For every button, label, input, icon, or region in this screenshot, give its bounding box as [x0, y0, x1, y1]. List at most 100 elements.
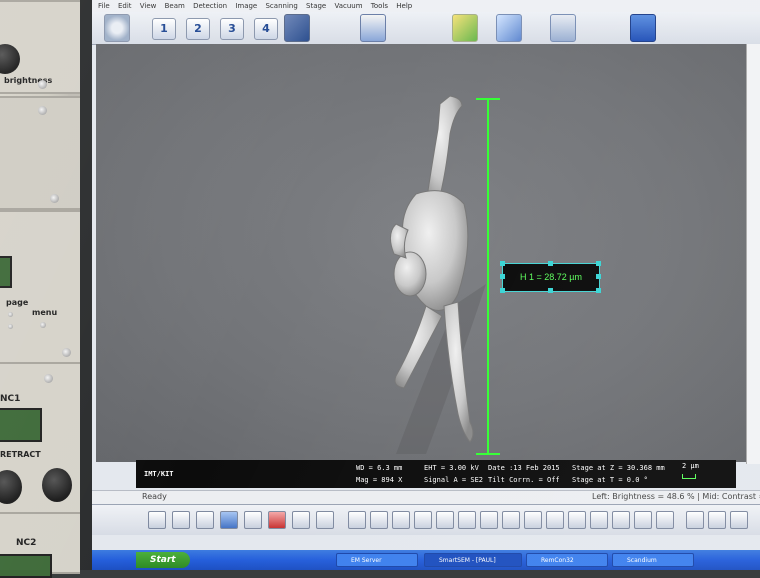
print-icon[interactable]	[292, 511, 310, 529]
circle-tool-icon[interactable]	[502, 511, 520, 529]
menu-file[interactable]: File	[98, 2, 110, 10]
save-icon[interactable]	[316, 511, 334, 529]
square-tool-icon[interactable]	[458, 511, 476, 529]
polyline-tool-icon[interactable]	[568, 511, 586, 529]
measure-handle[interactable]	[548, 288, 553, 293]
delete-icon[interactable]	[268, 511, 286, 529]
monitor-icon[interactable]	[148, 511, 166, 529]
page-label: page	[6, 298, 29, 307]
task-smartsem[interactable]: SmartSEM - [PAUL]	[424, 553, 522, 567]
brightness-knob[interactable]	[0, 44, 20, 74]
crop-tool-icon[interactable]	[634, 511, 652, 529]
sem-image[interactable]: H 1 = 28.72 µm	[96, 44, 750, 462]
rack-panel-menu: page menu	[0, 210, 80, 364]
text-tool-icon[interactable]	[348, 511, 366, 529]
page-up-button[interactable]	[8, 312, 13, 317]
measure-handle[interactable]	[500, 274, 505, 279]
sem-info-bar: IMT/KIT WD = 6.3 mm Mag = 894 X EHT = 3.…	[136, 460, 736, 488]
magnification: Mag = 894 X	[356, 476, 403, 484]
retract-knob-right[interactable]	[42, 468, 72, 502]
rack-screw	[38, 106, 47, 115]
stage-icon[interactable]	[496, 14, 522, 42]
main-toolbar: 1 2 3 4	[92, 12, 760, 45]
nc1-label: NC1	[0, 394, 21, 404]
folder-icon[interactable]	[244, 511, 262, 529]
image-icon[interactable]	[220, 511, 238, 529]
menu-button[interactable]	[40, 322, 46, 328]
cursor-icon[interactable]	[172, 511, 190, 529]
menu-vacuum[interactable]: Vacuum	[334, 2, 362, 10]
monitor-screen: File Edit View Beam Detection Image Scan…	[92, 0, 760, 570]
scale-bar-label: 2 µm	[682, 462, 699, 470]
menu-stage[interactable]: Stage	[306, 2, 326, 10]
logo-text: IMT/KIT	[144, 470, 174, 478]
preset-3-button[interactable]: 3	[220, 18, 244, 40]
ellipse-tool-icon[interactable]	[480, 511, 498, 529]
grid-icon[interactable]	[686, 511, 704, 529]
measure-handle[interactable]	[596, 288, 601, 293]
freeze-icon[interactable]	[360, 14, 386, 42]
nc2-lcd	[0, 554, 52, 578]
task-remcon[interactable]: RemCon32	[526, 553, 608, 567]
scale-bar	[682, 474, 696, 479]
vacuum-icon[interactable]	[550, 14, 576, 42]
paint-tool-icon[interactable]	[392, 511, 410, 529]
rectangle-tool-icon[interactable]	[414, 511, 432, 529]
menu-tools[interactable]: Tools	[371, 2, 388, 10]
equipment-rack: brightness page menu NC1 RETRACT NC2	[0, 0, 82, 578]
menu-scanning[interactable]: Scanning	[265, 2, 297, 10]
start-button[interactable]: Start	[136, 552, 190, 568]
check-tool-icon[interactable]	[612, 511, 630, 529]
page-down-button[interactable]	[8, 324, 13, 329]
menu-view[interactable]: View	[140, 2, 157, 10]
acquisition-date: Date :13 Feb 2015	[488, 464, 560, 472]
task-em-server[interactable]: EM Server	[336, 553, 418, 567]
select-tool-icon[interactable]	[436, 511, 454, 529]
windows-taskbar: Start EM Server SmartSEM - [PAUL] RemCon…	[92, 550, 760, 570]
status-ready: Ready	[142, 492, 167, 501]
menu-help[interactable]: Help	[396, 2, 412, 10]
menu-bar: File Edit View Beam Detection Image Scan…	[92, 0, 760, 12]
angle-tool-icon[interactable]	[590, 511, 608, 529]
preset-2-button[interactable]: 2	[186, 18, 210, 40]
measure-handle[interactable]	[596, 261, 601, 266]
menu-edit[interactable]: Edit	[118, 2, 132, 10]
camera-icon[interactable]	[630, 14, 656, 42]
measure-handle[interactable]	[500, 288, 505, 293]
working-distance: WD = 6.3 mm	[356, 464, 403, 472]
measure-handle[interactable]	[548, 261, 553, 266]
rack-screw	[62, 348, 71, 357]
line-tool-icon[interactable]	[546, 511, 564, 529]
right-side-panel	[746, 44, 760, 464]
menu-label: menu	[32, 308, 58, 317]
detector-icon[interactable]	[452, 14, 478, 42]
retract-knob-left[interactable]	[0, 470, 22, 504]
task-scandium[interactable]: Scandium	[612, 553, 694, 567]
measure-handle[interactable]	[500, 261, 505, 266]
rack-screw	[44, 374, 53, 383]
menu-detection[interactable]: Detection	[193, 2, 227, 10]
measure-handle[interactable]	[596, 274, 601, 279]
zoom-tool-icon[interactable]	[524, 511, 542, 529]
hand-icon[interactable]	[196, 511, 214, 529]
stage-t: Stage at T = 0.0 °	[572, 476, 648, 484]
preset-4-button[interactable]: 4	[254, 18, 278, 40]
nc2-label: NC2	[16, 538, 37, 548]
sem-figure-svg	[390, 95, 500, 455]
rack-panel-nc2: NC2	[0, 512, 80, 578]
menu-image[interactable]: Image	[235, 2, 257, 10]
preset-1-button[interactable]: 1	[152, 18, 176, 40]
layers-icon[interactable]	[730, 511, 748, 529]
nc1-lcd	[0, 408, 42, 442]
scan-speed-icon[interactable]	[104, 14, 130, 42]
rack-screw	[38, 80, 47, 89]
beam-icon[interactable]	[284, 14, 310, 42]
signal-detector: Signal A = SE2	[424, 476, 484, 484]
stage-z: Stage at Z = 30.368 mm	[572, 464, 665, 472]
status-bar: Ready Left: Brightness = 48.6 % | Mid: C…	[92, 490, 760, 505]
eht-voltage: EHT = 3.00 kV	[424, 464, 479, 472]
cut-icon[interactable]	[708, 511, 726, 529]
circle-measure-icon[interactable]	[656, 511, 674, 529]
menu-beam[interactable]: Beam	[165, 2, 185, 10]
table-tool-icon[interactable]	[370, 511, 388, 529]
